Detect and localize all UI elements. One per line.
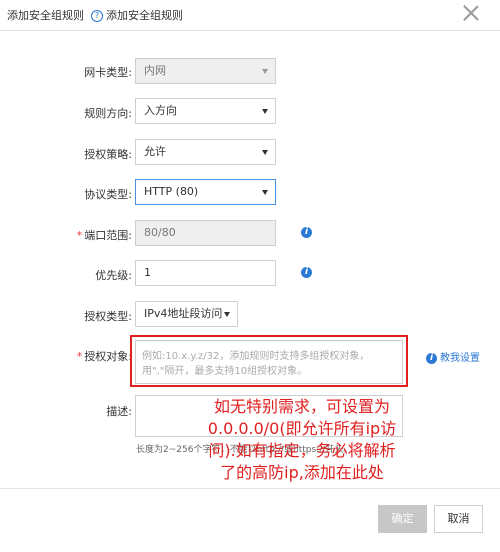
auth-object-label: * 授权对象: — [32, 348, 132, 364]
chevron-down-icon — [262, 190, 268, 195]
info-icon: i — [426, 352, 437, 364]
tutorial-link[interactable]: i 教我设置 — [426, 349, 480, 364]
chevron-down-icon — [262, 150, 268, 155]
info-icon[interactable]: i — [301, 227, 312, 238]
dialog-header: 添加安全组规则 ? 添加安全组规则 — [0, 0, 500, 31]
nic-type-label: 网卡类型: — [84, 66, 132, 79]
add-security-group-rule-dialog: 添加安全组规则 ? 添加安全组规则 网卡类型: 内网 规则方向: 入方向 授权策略… — [0, 0, 500, 552]
direction-label: 规则方向: — [84, 107, 132, 120]
policy-label: 授权策略: — [84, 148, 132, 161]
info-icon[interactable]: i — [301, 267, 312, 278]
auth-type-value: IPv4地址段访问 — [144, 307, 223, 320]
protocol-label: 协议类型: — [84, 188, 132, 201]
annotation-text: 如无特别需求，可设置为 0.0.0.0/0(即允许所有ip访 问).如有指定，务… — [192, 396, 412, 484]
close-icon[interactable] — [461, 3, 481, 23]
dialog-footer: 确定 取消 — [0, 488, 500, 552]
protocol-select[interactable]: HTTP (80) — [135, 179, 276, 205]
description-label: 描述: — [106, 405, 132, 418]
port-range-label-text: 端口范围: — [84, 229, 132, 242]
highlight-box — [130, 335, 408, 387]
cancel-button[interactable]: 取消 — [434, 505, 483, 533]
chevron-down-icon — [262, 69, 268, 74]
auth-object-label-text: 授权对象: — [84, 350, 132, 363]
dialog-title: 添加安全组规则 — [7, 9, 84, 22]
annotation-line: 0.0.0.0/0(即允许所有ip访 — [207, 419, 397, 438]
priority-input[interactable]: 1 — [135, 260, 276, 286]
annotation-line: 问).如有指定，务必将解析 — [208, 441, 396, 460]
tutorial-link-label: 教我设置 — [440, 353, 480, 364]
port-range-input: 80/80 — [135, 220, 276, 246]
chevron-down-icon — [224, 312, 230, 317]
policy-value: 允许 — [144, 145, 166, 158]
help-link-label: 添加安全组规则 — [106, 9, 183, 22]
required-mark: * — [76, 350, 83, 363]
auth-type-label: 授权类型: — [84, 310, 132, 323]
nic-type-select: 内网 — [135, 58, 276, 84]
annotation-line: 如无特别需求，可设置为 — [213, 397, 390, 416]
policy-select[interactable]: 允许 — [135, 139, 276, 165]
auth-type-select[interactable]: IPv4地址段访问 — [135, 301, 238, 327]
port-range-value: 80/80 — [144, 226, 176, 239]
help-circle-icon: ? — [91, 10, 103, 22]
direction-select[interactable]: 入方向 — [135, 98, 276, 124]
priority-label: 优先级: — [95, 269, 132, 282]
required-mark: * — [76, 229, 83, 242]
help-link[interactable]: ? 添加安全组规则 — [91, 7, 183, 23]
nic-type-value: 内网 — [144, 64, 166, 77]
port-range-label: * 端口范围: — [32, 227, 132, 243]
direction-value: 入方向 — [144, 104, 177, 117]
priority-value: 1 — [144, 266, 151, 279]
chevron-down-icon — [262, 109, 268, 114]
annotation-line: 了的高防ip,添加在此处 — [220, 463, 384, 482]
confirm-button[interactable]: 确定 — [378, 505, 427, 533]
protocol-value: HTTP (80) — [144, 185, 199, 198]
